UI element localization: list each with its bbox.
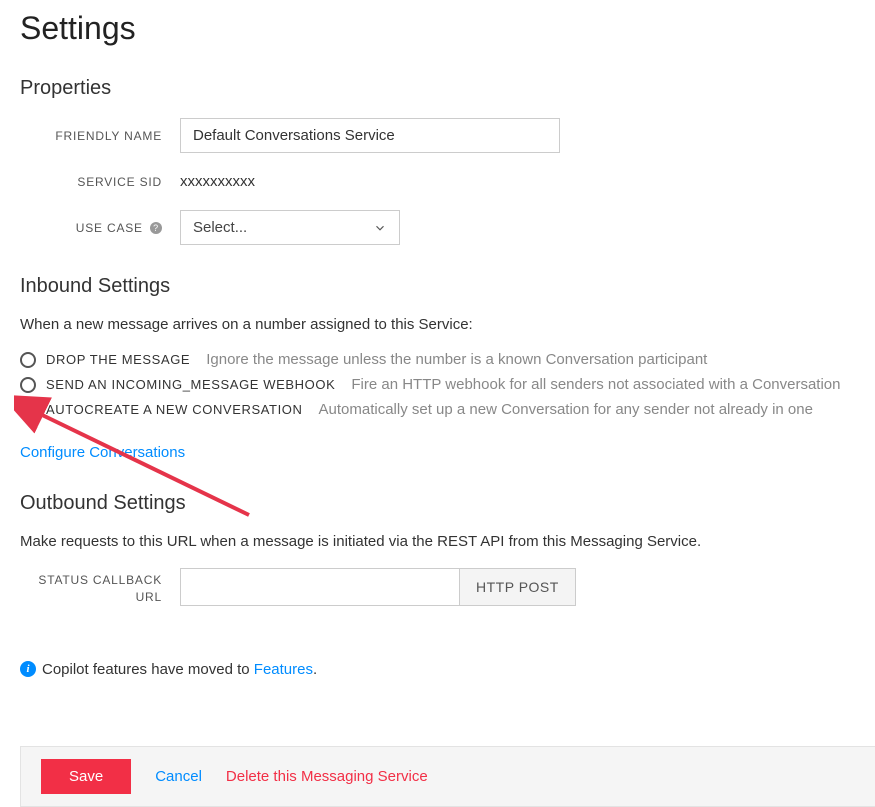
outbound-intro: Make requests to this URL when a message… (20, 533, 855, 550)
status-callback-input[interactable] (180, 568, 460, 606)
inbound-option-autocreate: AUTOCREATE A NEW CONVERSATION Automatica… (20, 401, 855, 418)
radio-drop-desc: Ignore the message unless the number is … (206, 351, 707, 368)
service-sid-value: xxxxxxxxxx (180, 173, 255, 190)
delete-service-button[interactable]: Delete this Messaging Service (226, 768, 428, 785)
properties-heading: Properties (20, 77, 855, 100)
http-method-select[interactable]: HTTP POST (460, 568, 576, 606)
features-link[interactable]: Features (254, 661, 313, 678)
friendly-name-input[interactable] (180, 118, 560, 153)
radio-autocreate-label: AUTOCREATE A NEW CONVERSATION (46, 402, 303, 417)
inbound-intro: When a new message arrives on a number a… (20, 316, 855, 333)
copilot-info: i Copilot features have moved to Feature… (20, 661, 855, 678)
inbound-heading: Inbound Settings (20, 275, 855, 298)
inbound-option-drop: DROP THE MESSAGE Ignore the message unle… (20, 351, 855, 368)
friendly-name-label: FRIENDLY NAME (20, 129, 180, 143)
use-case-label: USE CASE ? (20, 221, 180, 235)
outbound-heading: Outbound Settings (20, 492, 855, 515)
save-button[interactable]: Save (41, 759, 131, 794)
use-case-selected: Select... (193, 219, 247, 236)
friendly-name-row: FRIENDLY NAME (20, 118, 855, 153)
radio-autocreate[interactable] (20, 402, 36, 418)
radio-drop-label: DROP THE MESSAGE (46, 352, 190, 367)
radio-autocreate-desc: Automatically set up a new Conversation … (319, 401, 813, 418)
service-sid-label: SERVICE SID (20, 175, 180, 189)
page-title: Settings (20, 10, 855, 47)
use-case-row: USE CASE ? Select... (20, 210, 855, 245)
radio-webhook[interactable] (20, 377, 36, 393)
service-sid-row: SERVICE SID xxxxxxxxxx (20, 173, 855, 190)
help-icon[interactable]: ? (150, 222, 162, 234)
use-case-select[interactable]: Select... (180, 210, 400, 245)
status-callback-label: STATUS CALLBACK URL (20, 568, 180, 606)
status-callback-row: STATUS CALLBACK URL HTTP POST (20, 568, 855, 606)
radio-drop[interactable] (20, 352, 36, 368)
copilot-info-prefix: Copilot features have moved to (42, 661, 254, 678)
radio-webhook-desc: Fire an HTTP webhook for all senders not… (351, 376, 840, 393)
cancel-button[interactable]: Cancel (155, 768, 202, 785)
inbound-option-webhook: SEND AN INCOMING_MESSAGE WEBHOOK Fire an… (20, 376, 855, 393)
radio-webhook-label: SEND AN INCOMING_MESSAGE WEBHOOK (46, 377, 335, 392)
configure-conversations-link[interactable]: Configure Conversations (20, 444, 185, 461)
copilot-info-suffix: . (313, 661, 317, 678)
chevron-down-icon (373, 221, 387, 235)
footer-bar: Save Cancel Delete this Messaging Servic… (20, 746, 875, 807)
info-icon: i (20, 661, 36, 677)
